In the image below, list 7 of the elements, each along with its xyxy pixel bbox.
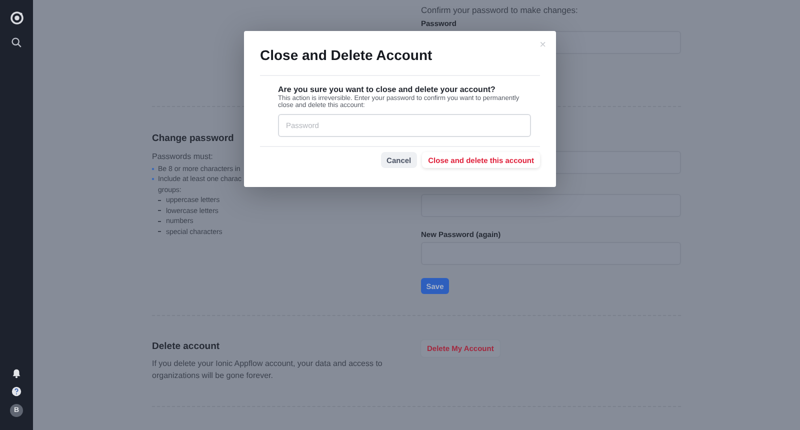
delete-description: If you delete your Ionic Appflow account, your data and access to organizations will be gone forever. xyxy=(152,358,384,382)
section-title: Change password xyxy=(152,133,235,144)
section-title: Delete account xyxy=(152,341,221,352)
rules-intro: Passwords must: xyxy=(152,152,213,162)
confirm-instruction: Confirm your password to make changes: xyxy=(421,5,579,15)
modal-title: Close and Delete Account xyxy=(260,31,540,76)
confirm-question: Are you sure you want to close and delete your account? xyxy=(278,85,496,94)
